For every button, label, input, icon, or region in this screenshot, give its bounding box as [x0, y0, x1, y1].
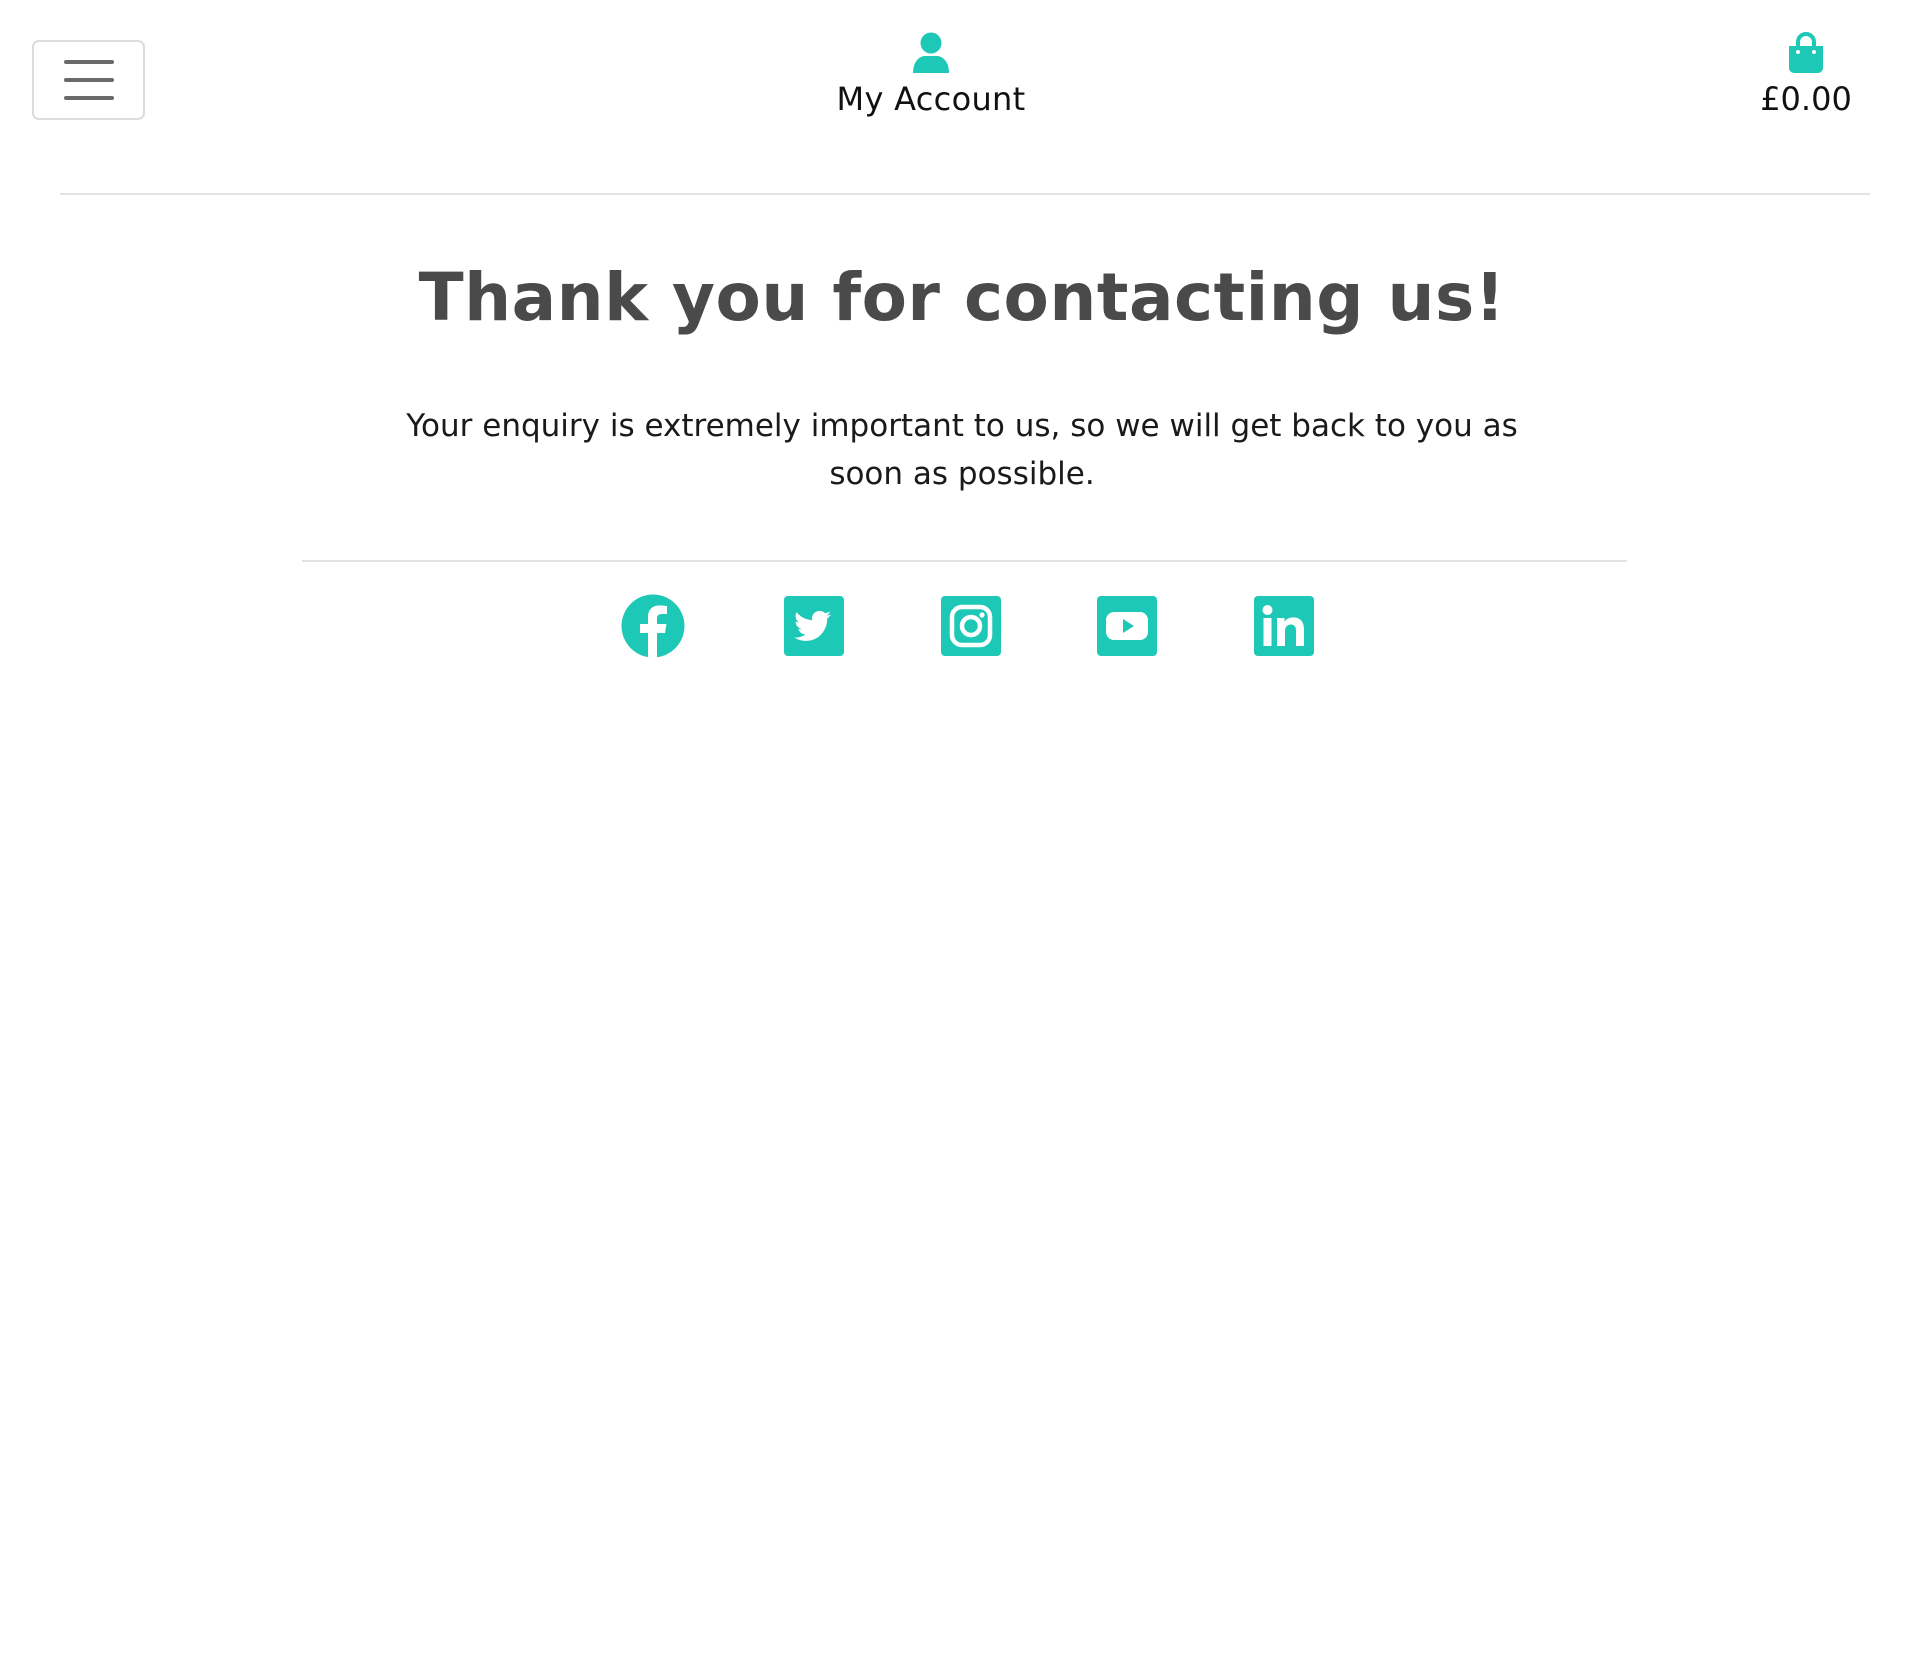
social-links	[0, 594, 1924, 662]
hamburger-menu-icon-bar	[63, 78, 114, 82]
instagram-icon	[941, 596, 1001, 656]
confirmation-message: Your enquiry is extremely important to u…	[406, 408, 1518, 492]
youtube-icon	[1097, 596, 1157, 656]
twitter-link[interactable]	[784, 594, 844, 656]
youtube-link[interactable]	[1097, 594, 1157, 656]
header-divider	[60, 193, 1870, 195]
instagram-link[interactable]	[941, 594, 1001, 656]
shopping-bag-link[interactable]: £0.00	[1752, 32, 1860, 127]
user-icon	[911, 32, 951, 74]
twitter-icon	[784, 596, 844, 656]
page-title: Thank you for contacting us!	[418, 259, 1506, 336]
facebook-link[interactable]	[621, 594, 685, 658]
content-divider	[302, 560, 1627, 562]
shopping-bag-icon	[1787, 32, 1825, 74]
hamburger-menu-icon-bar	[63, 96, 114, 100]
menu-toggle-button[interactable]	[32, 40, 145, 120]
hamburger-menu-icon	[63, 60, 114, 64]
my-account-label: My Account	[836, 80, 1026, 118]
bag-total: £0.00	[1760, 80, 1852, 118]
page: My Account £0.00 Thank you for contactin…	[0, 0, 1924, 1674]
linkedin-link[interactable]	[1254, 594, 1314, 656]
linkedin-icon	[1254, 596, 1314, 656]
my-account-link[interactable]: My Account	[835, 32, 1027, 127]
facebook-icon	[621, 594, 685, 658]
